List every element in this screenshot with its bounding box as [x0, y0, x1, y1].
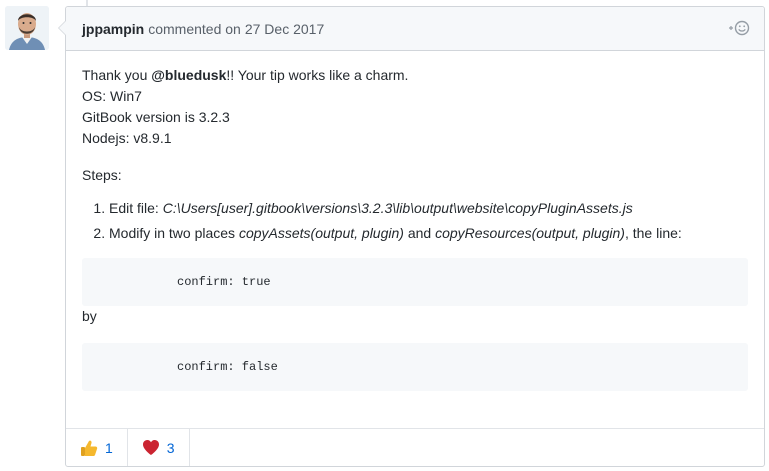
- avatar[interactable]: [5, 6, 49, 50]
- reaction-count: 1: [105, 439, 113, 456]
- thanks-line: Thank you @bluedusk!! Your tip works lik…: [82, 65, 748, 86]
- code-text: confirm: false: [177, 360, 278, 374]
- reactions-bar: 1 3: [66, 428, 764, 466]
- by-text: by: [82, 308, 97, 324]
- steps-list: Edit file: C:\Users[user].gitbook\versio…: [82, 198, 748, 244]
- steps-label: Steps:: [82, 167, 122, 183]
- nodejs-line: Nodejs: v8.9.1: [82, 130, 172, 146]
- step2-fn1: copyAssets(output, plugin): [238, 225, 404, 241]
- os-line: OS: Win7: [82, 88, 142, 104]
- code-text: confirm: true: [177, 275, 271, 289]
- reaction-thumbs-up-button[interactable]: 1: [66, 429, 128, 466]
- step-item: Edit file: C:\Users[user].gitbook\versio…: [109, 198, 748, 219]
- reaction-count: 3: [166, 439, 175, 456]
- heart-icon: [142, 439, 160, 456]
- thumbs-up-icon: [80, 439, 98, 457]
- mention-link[interactable]: @bluedusk: [151, 67, 226, 83]
- add-reaction-button[interactable]: [728, 20, 750, 36]
- comment-date-link[interactable]: 27 Dec 2017: [245, 21, 324, 37]
- step2-prefix: Modify in two places: [109, 225, 239, 241]
- comment-body: Thank you @bluedusk!! Your tip works lik…: [66, 51, 764, 391]
- avatar-image: [5, 6, 49, 50]
- step2-and: and: [403, 225, 436, 241]
- code-block-true: confirm: true: [82, 258, 748, 306]
- step-item: Modify in two places copyAssets(output, …: [109, 223, 748, 244]
- plus-smiley-icon: [728, 20, 750, 36]
- thanks-suffix: !! Your tip works like a charm.: [226, 67, 409, 83]
- step2-fn2: copyResources(output, plugin): [435, 225, 625, 241]
- reaction-heart-button[interactable]: 3: [128, 429, 190, 466]
- thanks-prefix: Thank you: [82, 67, 152, 83]
- comment-verb: commented on: [148, 20, 241, 37]
- step1-prefix: Edit file:: [109, 200, 163, 216]
- code-block-false: confirm: false: [82, 343, 748, 391]
- comment-author-link[interactable]: jppampin: [82, 21, 144, 37]
- comment-header: jppampin commented on 27 Dec 2017: [66, 7, 764, 51]
- step2-suffix: , the line:: [624, 225, 682, 241]
- gitbook-line: GitBook version is 3.2.3: [82, 109, 230, 125]
- comment-box: jppampin commented on 27 Dec 2017 Thank …: [58, 6, 765, 467]
- step1-path: C:\Users[user].gitbook\versions\3.2.3\li…: [162, 200, 633, 216]
